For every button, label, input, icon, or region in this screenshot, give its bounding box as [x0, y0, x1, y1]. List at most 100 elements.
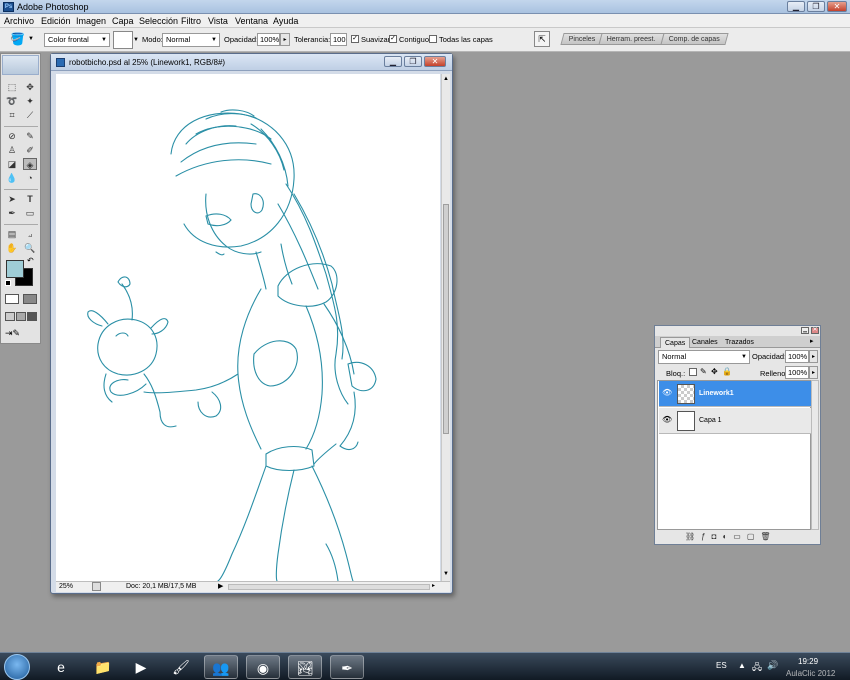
messenger-icon[interactable]: 👥 [204, 655, 238, 679]
menu-edicion[interactable]: Edición [41, 16, 71, 26]
magic-wand-icon[interactable]: ✦ [23, 95, 37, 107]
menu-capa[interactable]: Capa [112, 16, 134, 26]
start-button[interactable] [4, 654, 30, 680]
photoshop-feather-logo[interactable] [2, 55, 39, 75]
quick-mask-icon[interactable] [23, 294, 37, 304]
pattern-swatch[interactable] [113, 31, 133, 49]
layers-minimize-button[interactable]: ▁ [801, 327, 809, 334]
bridge-icon[interactable]: ⇱ [534, 31, 550, 47]
horizontal-scrollbar[interactable] [228, 584, 430, 590]
lasso-tool-icon[interactable]: ➰ [5, 95, 19, 107]
layer-opacity-arrow[interactable]: ▸ [809, 350, 818, 363]
clone-stamp-icon[interactable]: ♙ [5, 144, 19, 156]
layer-row-capa-1[interactable]: 👁 Capa 1 [659, 408, 815, 434]
file-explorer-icon[interactable]: 📁 [86, 655, 120, 679]
dodge-tool-icon[interactable]: ◔ [23, 172, 37, 184]
tray-expand-icon[interactable]: ▲ [738, 661, 746, 670]
default-colors-icon[interactable] [5, 280, 11, 286]
minimize-button[interactable]: ▁ [787, 1, 805, 12]
fill-field[interactable]: 100% [785, 366, 809, 379]
visibility-eye-icon[interactable]: 👁 [662, 389, 672, 397]
layers-close-button[interactable]: ✕ [811, 327, 819, 334]
pen-tool-icon[interactable]: ✒ [5, 207, 19, 219]
tab-capas[interactable]: Capas [660, 337, 691, 348]
document-canvas[interactable] [56, 74, 440, 581]
media-player-icon[interactable]: ▶ [124, 655, 158, 679]
well-tab-herram-preest[interactable]: Herram. preest. [598, 33, 665, 45]
contiguous-checkbox[interactable]: ✓ [389, 35, 397, 43]
marquee-tool-icon[interactable]: ⬚ [5, 81, 19, 93]
notes-tool-icon[interactable]: ▤ [5, 228, 19, 240]
zoom-readout[interactable]: 25% [59, 583, 73, 590]
well-tab-pinceles[interactable]: Pinceles [560, 33, 605, 45]
tab-trazados[interactable]: Trazados [721, 337, 758, 348]
menu-ayuda[interactable]: Ayuda [273, 16, 298, 26]
crop-tool-icon[interactable]: ⌗ [5, 109, 19, 121]
eraser-tool-icon[interactable]: ◪ [5, 158, 19, 170]
visibility-eye-icon[interactable]: 👁 [662, 416, 672, 424]
tolerance-field[interactable]: 100 [330, 33, 347, 46]
menu-ventana[interactable]: Ventana [235, 16, 268, 26]
paint-bucket-icon[interactable]: 🪣 [10, 32, 25, 46]
blend-mode-select[interactable]: Normal ▼ [658, 350, 750, 364]
type-tool-icon[interactable]: T [23, 193, 37, 205]
all-layers-checkbox[interactable] [429, 35, 437, 43]
zoom-preview-icon[interactable] [92, 582, 101, 591]
opacity-arrow-button[interactable]: ▸ [280, 33, 290, 46]
standard-mode-icon[interactable] [5, 294, 19, 304]
tool-preset-arrow-icon[interactable]: ▼ [28, 36, 34, 42]
close-button[interactable]: ✕ [827, 1, 847, 12]
clock-time[interactable]: 19:29 [798, 657, 818, 666]
panel-menu-icon[interactable]: ▸ [810, 337, 814, 345]
volume-icon[interactable]: 🔊 [767, 660, 778, 671]
shape-tool-icon[interactable]: ▭ [23, 207, 37, 219]
lock-position-icon[interactable]: ✥ [711, 367, 718, 376]
lock-all-icon[interactable]: 🔒 [722, 367, 732, 376]
well-tab-comp-capas[interactable]: Comp. de capas [660, 33, 729, 45]
screen-mode-standard-icon[interactable] [5, 312, 15, 321]
fill-source-select[interactable]: Color frontal ▼ [44, 33, 110, 47]
chrome-icon[interactable]: ◉ [246, 655, 280, 679]
foreground-color-swatch[interactable] [6, 260, 24, 278]
antialias-checkbox[interactable]: ✓ [351, 35, 359, 43]
swap-colors-icon[interactable]: ↶ [27, 256, 34, 265]
internet-explorer-icon[interactable]: e [44, 655, 78, 679]
maximize-button[interactable]: ❐ [807, 1, 825, 12]
lock-pixels-icon[interactable]: ✎ [700, 367, 707, 376]
menu-imagen[interactable]: Imagen [76, 16, 106, 26]
paint-bucket-tool-icon[interactable]: ◈ [23, 158, 37, 170]
zoom-tool-icon[interactable]: 🔍 [23, 242, 37, 254]
layer-name[interactable]: Capa 1 [699, 417, 722, 424]
doc-maximize-button[interactable]: ❐ [404, 56, 422, 67]
paint-program-icon[interactable]: 🖌 [164, 655, 198, 679]
screen-mode-menu-icon[interactable] [16, 312, 26, 321]
brush-tool-icon[interactable]: ✎ [23, 130, 37, 142]
network-icon[interactable]: 🖧 [752, 660, 762, 676]
mode-select[interactable]: Normal ▼ [162, 33, 220, 47]
opacity-field[interactable]: 100% [257, 33, 280, 46]
path-selection-icon[interactable]: ➤ [5, 193, 19, 205]
photo-app-icon[interactable]: 🏞 [288, 655, 322, 679]
vertical-scrollbar[interactable]: ▲ ▼ [441, 74, 450, 581]
scroll-up-arrow[interactable]: ▲ [443, 76, 449, 82]
doc-minimize-button[interactable]: ▁ [384, 56, 402, 67]
pattern-arrow-icon[interactable]: ▼ [133, 37, 139, 43]
photoshop-taskbar-icon[interactable]: ✒ [330, 655, 364, 679]
menu-archivo[interactable]: Archivo [4, 16, 34, 26]
language-indicator[interactable]: ES [716, 661, 727, 670]
imageready-jump-icon[interactable]: ⇥✎ [5, 328, 37, 340]
tab-canales[interactable]: Canales [688, 337, 722, 348]
hand-tool-icon[interactable]: ✋ [5, 242, 19, 254]
history-brush-icon[interactable]: ✐ [23, 144, 37, 156]
slice-tool-icon[interactable]: ⟋ [23, 109, 37, 121]
layer-name[interactable]: Linework1 [699, 390, 734, 397]
blur-tool-icon[interactable]: 💧 [5, 172, 19, 184]
healing-brush-icon[interactable]: ⊘ [5, 130, 19, 142]
scroll-down-arrow[interactable]: ▼ [443, 571, 449, 577]
menu-vista[interactable]: Vista [208, 16, 228, 26]
status-menu-arrow[interactable]: ▶ [218, 582, 223, 590]
fill-arrow[interactable]: ▸ [809, 366, 818, 379]
layers-scrollbar[interactable] [811, 380, 819, 530]
lock-transparency-icon[interactable] [689, 368, 697, 376]
screen-mode-full-icon[interactable] [27, 312, 37, 321]
